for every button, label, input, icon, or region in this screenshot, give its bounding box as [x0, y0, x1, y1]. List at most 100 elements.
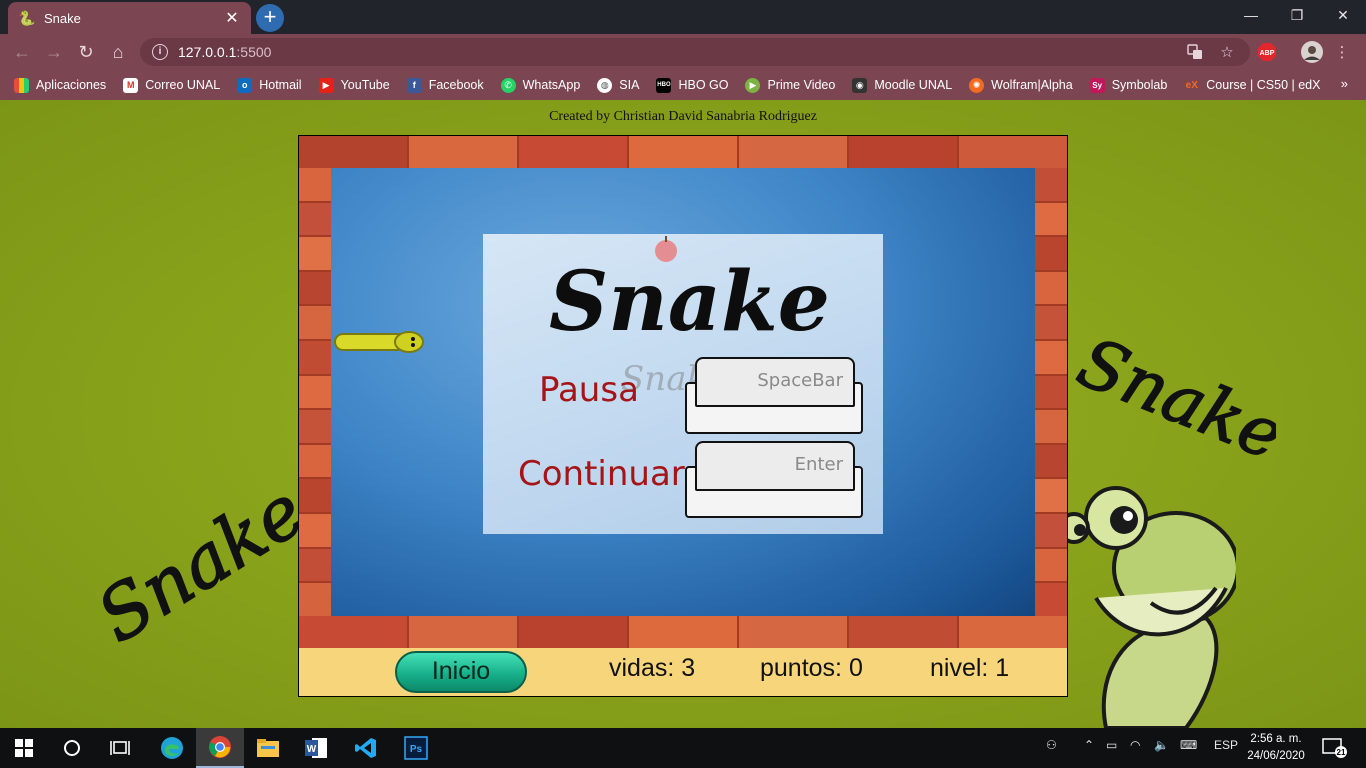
wolfram-icon: ✺ — [969, 77, 985, 93]
snake-side-logo-left: Snake — [82, 490, 300, 650]
bookmark-correo-unal[interactable]: M Correo UNAL — [123, 77, 220, 93]
svg-text:Ps: Ps — [410, 744, 423, 755]
status-bar: Inicio vidas: 3 puntos: 0 nivel: 1 — [299, 648, 1067, 696]
apps-grid-icon — [14, 77, 29, 93]
bookmark-sia[interactable]: ◍ SIA — [597, 77, 639, 93]
enter-key-label: Enter — [794, 454, 843, 475]
chrome-icon[interactable] — [196, 728, 244, 768]
points-counter: puntos: 0 — [760, 654, 863, 682]
globe-icon: ◍ — [597, 77, 613, 93]
play-field: Snake Snake Pausa Continuar SpaceBar Ent… — [331, 168, 1035, 616]
svg-text:W: W — [307, 744, 317, 755]
volume-icon[interactable]: 🔈 — [1154, 738, 1169, 752]
hbo-icon: HBO — [656, 77, 672, 93]
menu-kebab-icon[interactable]: ⋮ — [1334, 40, 1350, 64]
gmail-icon: M — [123, 77, 139, 93]
new-tab-button[interactable]: + — [256, 4, 284, 32]
bookmark-youtube[interactable]: ▶ YouTube — [318, 77, 390, 93]
people-icon[interactable]: ⚇ — [1046, 738, 1057, 752]
browser-toolbar: ← → ↻ ⌂ i 127.0.0.1:5500 — [0, 34, 1366, 70]
pause-menu-panel: Snake Snake Pausa Continuar SpaceBar Ent… — [483, 234, 883, 534]
bookmark-aplicaciones[interactable]: Aplicaciones — [14, 77, 106, 93]
moodle-icon: ◉ — [852, 77, 868, 93]
abp-label: ABP — [1260, 50, 1275, 57]
battery-icon[interactable]: ▭ — [1106, 738, 1117, 752]
adblock-icon[interactable]: ABP — [1256, 40, 1278, 64]
snake-player — [334, 331, 424, 353]
bookmarks-overflow-icon[interactable]: » — [1341, 76, 1348, 91]
page-body: Created by Christian David Sanabria Rodr… — [0, 100, 1366, 728]
brick-wall-top — [299, 136, 1067, 168]
brick-wall-bottom — [299, 616, 1067, 648]
file-explorer-icon[interactable] — [244, 728, 292, 768]
enter-key-image: Enter — [683, 438, 865, 522]
snake-side-logo-right: Snake — [1066, 328, 1276, 458]
clock-time: 2:56 a. m. — [1250, 733, 1302, 745]
bookmark-prime-video[interactable]: ▶ Prime Video — [745, 77, 835, 93]
spacebar-key-image: SpaceBar — [683, 354, 865, 438]
forward-arrow-icon[interactable]: → — [38, 36, 70, 68]
close-window-button[interactable]: ✕ — [1320, 0, 1366, 30]
tab-bar: 🐍 Snake ✕ + — ❐ ✕ — [0, 0, 1366, 34]
svg-text:Snake: Snake — [83, 490, 300, 650]
info-icon[interactable]: i — [152, 44, 168, 60]
bookmark-symbolab[interactable]: Sy Symbolab — [1089, 77, 1167, 93]
level-counter: nivel: 1 — [930, 654, 1010, 682]
keyboard-icon[interactable]: ⌨ — [1180, 738, 1197, 752]
url-host: 127.0.0.1 — [178, 44, 237, 60]
edx-icon: eX — [1185, 79, 1198, 91]
bookmark-hotmail[interactable]: o Hotmail — [237, 77, 302, 93]
back-arrow-icon[interactable]: ← — [6, 36, 38, 68]
url-port: :5500 — [236, 44, 272, 60]
reload-icon[interactable]: ↻ — [70, 36, 102, 68]
search-icon[interactable] — [48, 728, 96, 768]
translate-icon[interactable] — [1184, 40, 1206, 64]
word-icon[interactable]: W — [292, 728, 340, 768]
system-clock[interactable]: 2:56 a. m. 24/06/2020 — [1244, 731, 1308, 765]
brick-wall-left — [299, 168, 331, 616]
language-indicator[interactable]: ESP — [1214, 738, 1238, 752]
pause-label: Pausa — [539, 370, 639, 410]
snake-title-logo: Snake — [549, 254, 830, 350]
home-icon[interactable]: ⌂ — [102, 36, 134, 68]
photoshop-icon[interactable]: Ps — [392, 728, 440, 768]
credit-text: Created by Christian David Sanabria Rodr… — [549, 109, 817, 124]
windows-taskbar: W Ps ⚇ ⌃ ▭ ◠ 🔈 ⌨ ESP 2:56 a. m. 24/06/20… — [0, 728, 1366, 768]
play-icon: ▶ — [745, 77, 761, 93]
wifi-icon[interactable]: ◠ — [1130, 738, 1140, 752]
bookmark-wolfram-alpha[interactable]: ✺ Wolfram|Alpha — [969, 77, 1073, 93]
bookmarks-bar: Aplicaciones M Correo UNAL o Hotmail ▶ YouT… — [0, 70, 1366, 100]
youtube-icon: ▶ — [318, 77, 334, 93]
edge-icon[interactable] — [148, 728, 196, 768]
bookmark-hbo-go[interactable]: HBO HBO GO — [656, 77, 728, 93]
notification-count: 21 — [1337, 748, 1346, 757]
bookmark-star-icon[interactable]: ☆ — [1216, 40, 1238, 64]
bookmark-moodle-unal[interactable]: ◉ Moodle UNAL — [852, 77, 952, 93]
windows-start-icon[interactable] — [0, 728, 48, 768]
restore-button[interactable]: ❐ — [1274, 0, 1320, 30]
browser-tab[interactable]: 🐍 Snake ✕ — [8, 2, 251, 34]
snake-mascot-image — [1066, 486, 1236, 728]
symbolab-icon: Sy — [1089, 77, 1105, 93]
bookmark-whatsapp[interactable]: ✆ WhatsApp — [500, 77, 580, 93]
svg-text:Snake: Snake — [549, 254, 830, 350]
svg-text:Snake: Snake — [1067, 328, 1276, 458]
task-view-icon[interactable] — [96, 728, 144, 768]
bookmark-cs50-edx[interactable]: eX Course | CS50 | edX — [1184, 78, 1321, 93]
tab-title: Snake — [44, 10, 81, 26]
close-tab-icon[interactable]: ✕ — [223, 8, 241, 28]
continue-label: Continuar — [518, 454, 685, 494]
snake-favicon-icon: 🐍 — [18, 9, 36, 26]
clock-date: 24/06/2020 — [1247, 750, 1305, 762]
spacebar-key-label: SpaceBar — [757, 370, 843, 391]
tray-chevron-up-icon[interactable]: ⌃ — [1084, 738, 1094, 752]
bookmark-facebook[interactable]: f Facebook — [406, 77, 484, 93]
brick-wall-right — [1035, 168, 1067, 616]
facebook-icon: f — [406, 77, 422, 93]
address-bar[interactable]: i 127.0.0.1:5500 — [140, 38, 1250, 66]
start-button[interactable]: Inicio — [395, 651, 527, 693]
minimize-button[interactable]: — — [1228, 0, 1274, 30]
profile-avatar[interactable] — [1300, 40, 1324, 64]
notification-center-icon[interactable]: 21 — [1322, 737, 1348, 762]
vscode-icon[interactable] — [342, 728, 390, 768]
